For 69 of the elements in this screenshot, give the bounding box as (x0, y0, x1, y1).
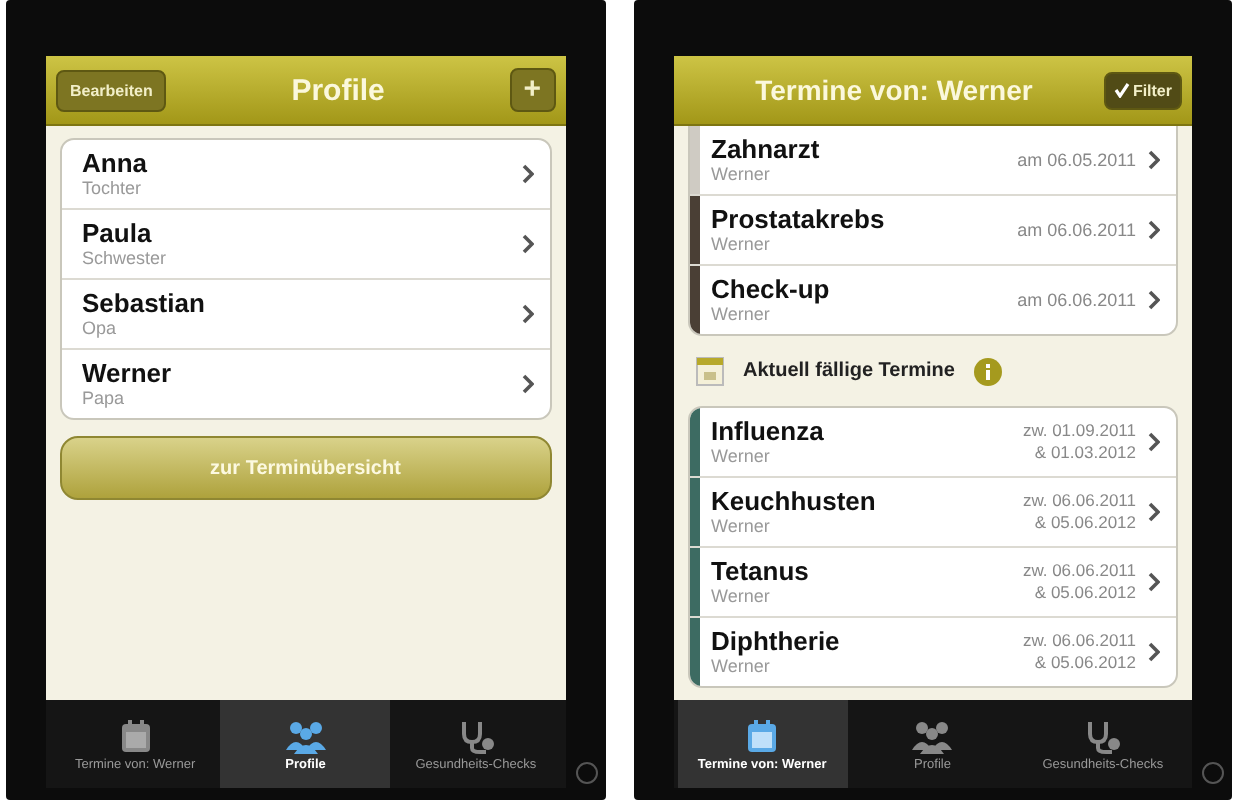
nav-title: Termine von: Werner (753, 74, 1035, 106)
people-icon (283, 717, 328, 753)
date-to: & 05.06.2012 (1032, 512, 1136, 534)
date-from: zw. 06.06.2011 (1022, 630, 1136, 652)
profile-row[interactable]: Sebastian Opa (62, 278, 549, 348)
appointment-row[interactable]: Diphtherie Werner zw. 06.06.2011 & 05.06.2012 (689, 616, 1176, 686)
person-name: Werner (711, 234, 772, 256)
person-name: Werner (711, 656, 772, 678)
calendar-icon (695, 356, 723, 386)
calendar-icon (744, 717, 781, 753)
appointment-title: Check-up (711, 274, 832, 304)
date-from: zw. 06.06.2011 (1022, 490, 1136, 512)
appointment-title: Influenza (711, 416, 826, 446)
date-from: zw. 06.06.2011 (1022, 560, 1136, 582)
people-icon (910, 717, 955, 753)
check-icon (1114, 82, 1131, 98)
profile-name: Paula (82, 218, 154, 248)
appointment-date: am 06.06.2011 (1017, 289, 1136, 311)
chevron-icon (521, 374, 533, 394)
info-icon (974, 357, 1003, 385)
person-name: Werner (711, 446, 772, 468)
chevron-icon (521, 304, 533, 324)
appointment-row[interactable]: Prostatakrebs Werner am 06.06.2011 (689, 194, 1176, 264)
profile-relation: Schwester (82, 248, 169, 270)
profile-name: Sebastian (82, 288, 207, 318)
appointment-title: Diphtherie (711, 626, 842, 656)
nav-title: Profile (291, 73, 385, 107)
section-title: Aktuell fällige Termine (743, 360, 955, 382)
appointment-title: Tetanus (711, 556, 811, 586)
chevron-icon (1148, 642, 1160, 662)
profile-name: Werner (82, 358, 174, 388)
person-name: Werner (711, 516, 772, 538)
appointment-row[interactable]: Keuchhusten Werner zw. 06.06.2011 & 05.06.2012 (689, 476, 1176, 546)
add-button[interactable]: + (509, 68, 555, 112)
chevron-icon (521, 234, 533, 254)
appointment-title: Prostatakrebs (711, 204, 887, 234)
appointment-date: am 06.05.2011 (1017, 149, 1136, 171)
chevron-icon (1148, 432, 1160, 452)
date-from: zw. 01.09.2011 (1022, 420, 1136, 442)
date-to: & 01.03.2012 (1032, 442, 1136, 464)
appointment-row[interactable]: Check-up Werner am 06.06.2011 (689, 264, 1176, 334)
edit-button[interactable]: Bearbeiten (56, 69, 167, 111)
chevron-icon (1148, 502, 1160, 522)
appointment-date: am 06.06.2011 (1017, 219, 1136, 241)
appointment-title: Keuchhusten (711, 486, 878, 516)
profile-row[interactable]: Paula Schwester (62, 208, 549, 278)
appointment-row[interactable]: Influenza Werner zw. 01.09.2011 & 01.03.2012 (689, 408, 1176, 476)
person-name: Werner (711, 164, 772, 186)
appointment-row[interactable]: Zahnarzt Werner am 06.05.2011 (689, 126, 1176, 194)
chevron-icon (1148, 572, 1160, 592)
filter-button[interactable]: Filter (1104, 71, 1182, 109)
profile-relation: Tochter (82, 178, 144, 200)
profile-row[interactable]: Werner Papa (62, 348, 549, 418)
profile-relation: Opa (82, 318, 119, 340)
appointment-title: Zahnarzt (711, 134, 822, 164)
profile-row[interactable]: Anna Tochter (62, 140, 549, 208)
chevron-icon (521, 164, 533, 184)
profile-relation: Papa (82, 388, 127, 410)
calendar-icon (117, 717, 154, 753)
date-to: & 05.06.2012 (1032, 652, 1136, 674)
chevron-icon (1148, 150, 1160, 170)
person-name: Werner (711, 304, 772, 326)
person-name: Werner (711, 586, 772, 608)
profile-name: Anna (82, 148, 149, 178)
appointment-row[interactable]: Tetanus Werner zw. 06.06.2011 & 05.06.2012 (689, 546, 1176, 616)
chevron-icon (1148, 220, 1160, 240)
chevron-icon (1148, 290, 1160, 310)
date-to: & 05.06.2012 (1032, 582, 1136, 604)
stethoscope-icon (1082, 717, 1123, 753)
